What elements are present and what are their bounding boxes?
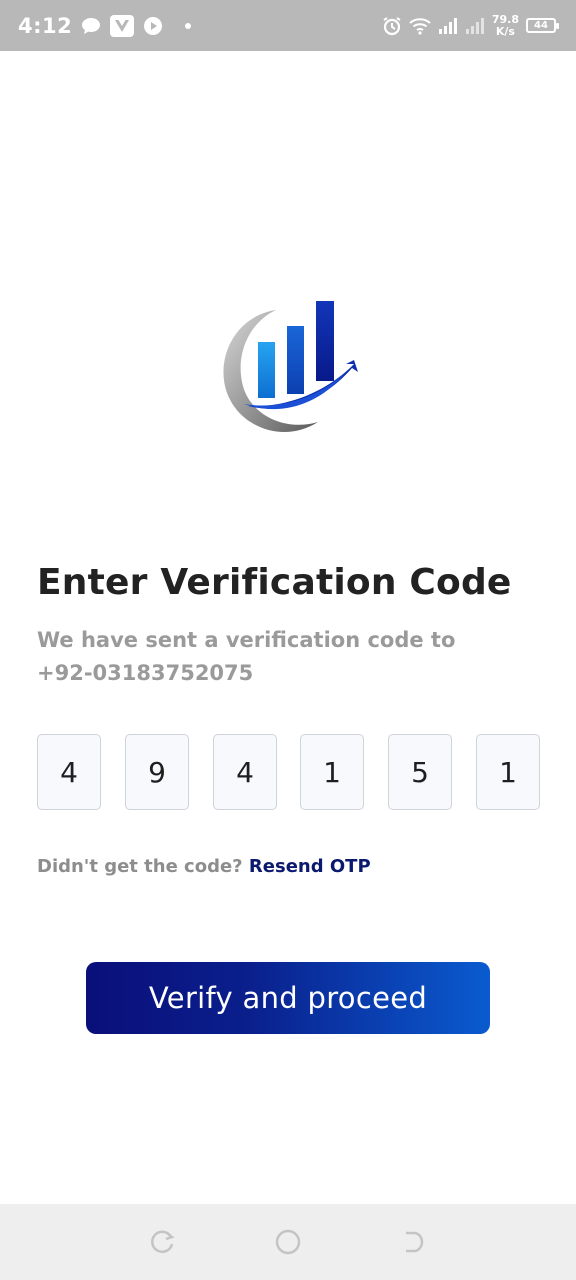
verification-subtitle: We have sent a verification code to +92-… [37,624,537,690]
verify-button[interactable]: Verify and proceed [86,962,490,1034]
v-app-icon [110,14,135,37]
signal-icon-2 [465,17,485,35]
phone-number: +92-03183752075 [37,661,254,685]
net-speed-value: 79.8 [491,12,519,26]
dot-icon [184,22,192,30]
net-speed-unit: K/s [495,24,515,38]
otp-digit-3[interactable]: 4 [213,734,277,810]
subtitle-line: We have sent a verification code to [37,628,456,652]
battery-level: 44 [534,20,548,31]
status-left: 4:12 [18,14,192,38]
home-icon[interactable] [268,1222,308,1262]
back-icon[interactable] [393,1222,433,1262]
wifi-icon [409,17,431,35]
otp-digit-5[interactable]: 5 [388,734,452,810]
recents-icon[interactable] [143,1222,183,1262]
otp-digit-4[interactable]: 1 [300,734,364,810]
status-right: 79.8 K/s 44 [382,12,559,38]
net-speed: 79.8 K/s [491,12,519,38]
otp-digit-2[interactable]: 9 [125,734,189,810]
otp-digit-1[interactable]: 4 [37,734,101,810]
signal-icon [438,17,458,35]
resend-prompt: Didn't get the code? [37,856,243,877]
play-icon [143,16,163,36]
alarm-icon [382,16,402,36]
otp-digit-6[interactable]: 1 [476,734,540,810]
status-bar: 4:12 79.8 K/s 44 [0,0,576,51]
growth-chart-logo [214,298,362,440]
chat-bubble-icon [81,17,101,35]
page-title: Enter Verification Code [37,562,512,603]
resend-row: Didn't get the code? Resend OTP [37,856,371,877]
otp-input-group: 4 9 4 1 5 1 [37,734,540,810]
resend-otp-link[interactable]: Resend OTP [249,856,371,877]
nav-bar [0,1204,576,1280]
status-time: 4:12 [18,13,73,38]
battery-icon: 44 [526,18,559,33]
